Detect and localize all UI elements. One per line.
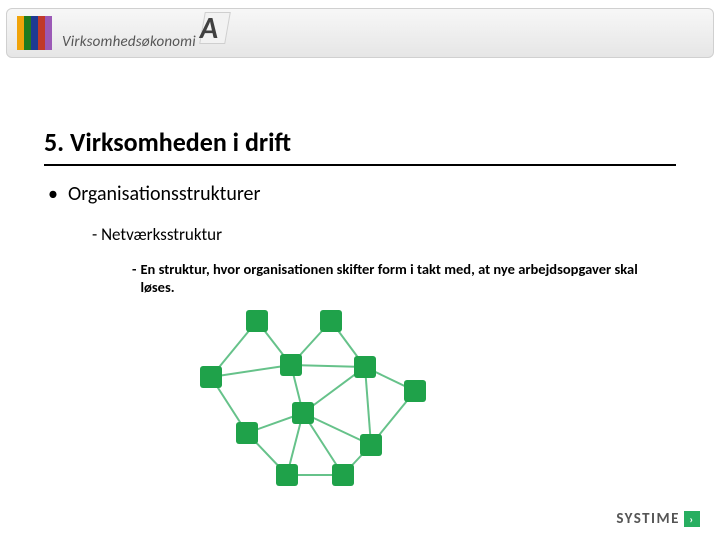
diagram-node	[280, 354, 302, 376]
diagram-node	[292, 402, 314, 424]
header-bar: Virksomhedsøkonomi A	[6, 8, 714, 58]
brand-logo: Virksomhedsøkonomi A	[62, 16, 234, 51]
bullet-level-3-dash: -	[132, 260, 136, 296]
chevron-right-icon: ›	[684, 511, 700, 527]
diagram-node	[236, 422, 258, 444]
bullet-level-1: Organisationsstrukturer	[48, 182, 260, 206]
bullet-level-2-text: Netværksstruktur	[101, 224, 222, 245]
brand-level: A	[200, 10, 218, 47]
diagram-node	[200, 366, 222, 388]
slide: Virksomhedsøkonomi A 5. Virksomheden i d…	[0, 0, 720, 540]
brand-level-badge: A	[200, 16, 234, 46]
bullet-level-2-prefix: -	[92, 224, 101, 245]
diagram-node	[404, 380, 426, 402]
diagram-edge	[211, 365, 291, 377]
diagram-node	[354, 356, 376, 378]
diagram-node	[360, 434, 382, 456]
diagram-edge	[291, 365, 365, 367]
brand-stripe	[24, 16, 31, 50]
brand-stripe	[31, 16, 38, 50]
diagram-edge	[365, 367, 371, 445]
diagram-node	[320, 310, 342, 332]
network-diagram	[176, 302, 476, 502]
brand-stripe	[38, 16, 45, 50]
publisher-logo: SYSTIME ›	[616, 510, 700, 528]
bullet-level-3: - En struktur, hvor organisationen skift…	[132, 260, 664, 296]
publisher-name: SYSTIME	[616, 510, 680, 528]
diagram-node	[276, 464, 298, 486]
bullet-level-2: - Netværksstruktur	[92, 224, 222, 245]
slide-title: 5. Virksomheden i drift	[44, 126, 676, 166]
diagram-node	[246, 310, 268, 332]
bullet-level-3-text: En struktur, hvor organisationen skifter…	[140, 260, 664, 296]
network-svg	[176, 302, 476, 502]
brand-stripe	[17, 16, 24, 50]
brand-word: Virksomhedsøkonomi	[62, 33, 196, 51]
brand-stripes	[17, 16, 52, 50]
brand-stripe	[45, 16, 52, 50]
diagram-node	[332, 464, 354, 486]
